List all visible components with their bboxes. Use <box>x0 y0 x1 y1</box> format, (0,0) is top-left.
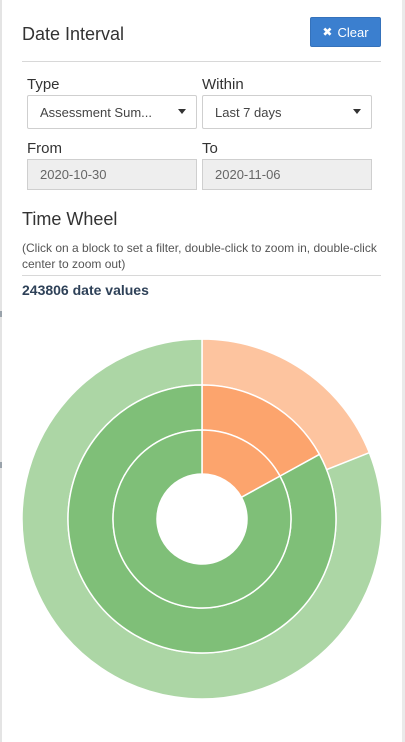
from-date-value: 2020-10-30 <box>40 167 107 182</box>
to-date-field[interactable]: 2020-11-06 <box>202 159 372 190</box>
clear-button[interactable]: ✖ Clear <box>310 17 381 47</box>
to-label: To <box>202 140 218 157</box>
type-select[interactable]: Assessment Sum... <box>27 95 197 129</box>
caret-down-icon <box>353 109 361 114</box>
date-values-count: 243806 date values <box>22 282 149 298</box>
within-select[interactable]: Last 7 days <box>202 95 372 129</box>
from-date-field[interactable]: 2020-10-30 <box>27 159 197 190</box>
time-wheel-chart[interactable] <box>0 322 405 722</box>
within-select-value: Last 7 days <box>215 104 282 120</box>
to-date-value: 2020-11-06 <box>215 167 281 182</box>
within-label: Within <box>202 76 244 93</box>
type-select-value: Assessment Sum... <box>40 104 152 120</box>
close-icon: ✖ <box>322 25 333 39</box>
header-divider <box>22 61 381 62</box>
type-label: Type <box>27 76 60 93</box>
time-wheel-hint: (Click on a block to set a filter, doubl… <box>22 241 377 271</box>
time-wheel-divider <box>22 275 381 276</box>
time-wheel-title: Time Wheel <box>22 209 118 229</box>
panel-title: Date Interval <box>22 24 125 44</box>
left-edge-marker <box>0 311 2 317</box>
wheel-center-zoom-out[interactable] <box>157 474 247 564</box>
caret-down-icon <box>178 109 186 114</box>
clear-button-label: Clear <box>337 24 369 40</box>
from-label: From <box>27 140 62 157</box>
